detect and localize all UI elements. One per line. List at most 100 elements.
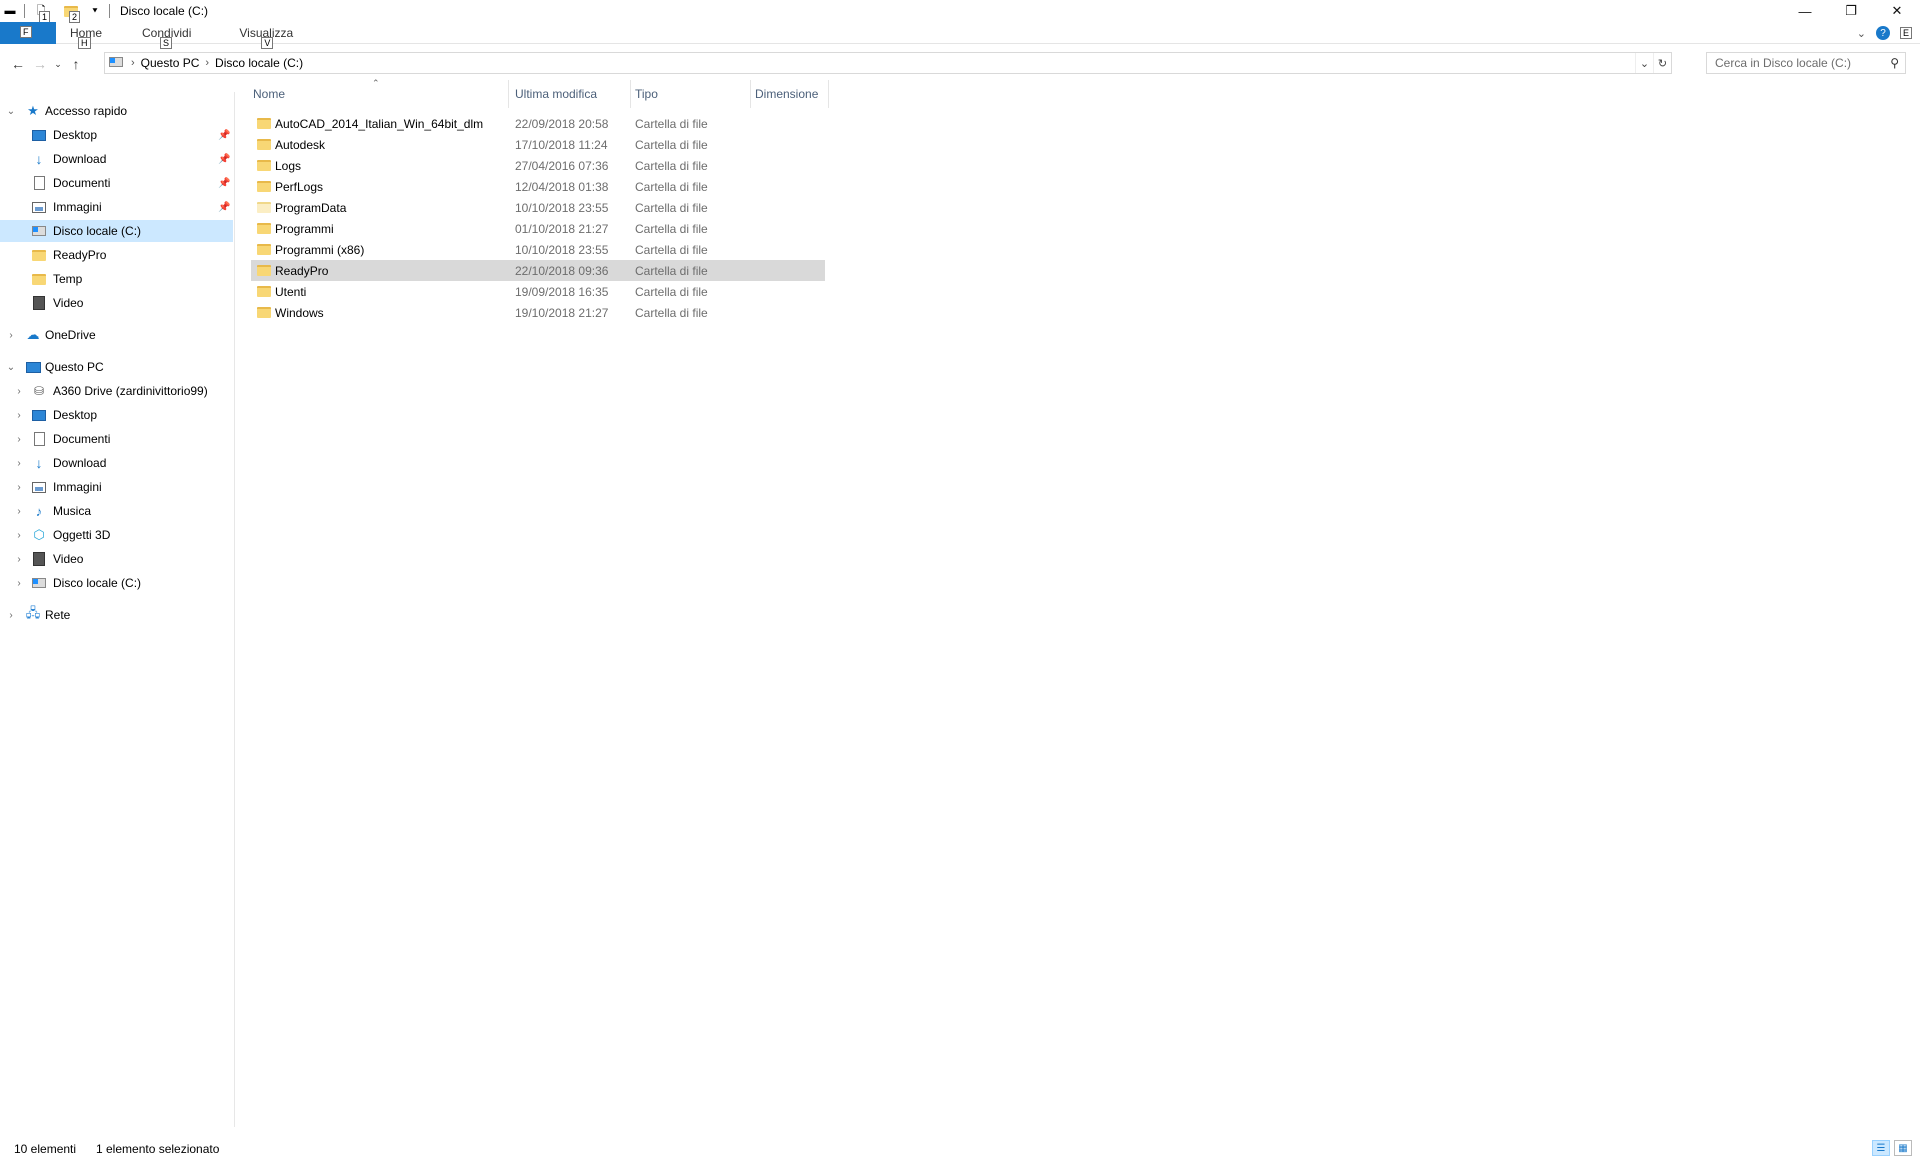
selection-count: 1 elemento selezionato	[96, 1142, 220, 1156]
sidebar-item-immagini[interactable]: Immagini 📌	[0, 196, 233, 218]
folder-icon	[257, 160, 271, 174]
chevron-right-icon[interactable]: ›	[5, 329, 17, 341]
tab-file[interactable]: F	[0, 21, 56, 44]
table-row[interactable]: ProgramData 10/10/2018 23:55 Cartella di…	[251, 197, 825, 218]
details-view-icon[interactable]: ☰	[1872, 1140, 1890, 1156]
folder-icon	[257, 265, 271, 279]
table-row[interactable]: Programmi (x86) 10/10/2018 23:55 Cartell…	[251, 239, 825, 260]
sidebar-item-temp[interactable]: Temp	[0, 268, 233, 290]
drive-icon	[31, 223, 47, 239]
sidebar-item-pc-musica[interactable]: › ♪ Musica	[0, 500, 233, 522]
tab-view[interactable]: Visualizza V	[225, 22, 307, 49]
chevron-right-icon[interactable]: ›	[13, 433, 25, 445]
file-name: Autodesk	[275, 137, 326, 152]
chevron-right-icon[interactable]: ›	[13, 385, 25, 397]
chevron-down-icon[interactable]: ⌄	[5, 361, 17, 373]
recent-locations-chevron-icon[interactable]: ⌄	[51, 53, 65, 75]
computer-icon	[25, 359, 41, 375]
refresh-icon[interactable]: ↻	[1653, 53, 1671, 73]
sidebar-item-label: Download	[53, 456, 107, 470]
chevron-right-icon[interactable]: ›	[13, 457, 25, 469]
sidebar-item-pc-disco-locale[interactable]: › Disco locale (C:)	[0, 572, 233, 594]
sidebar-item-disco-locale[interactable]: Disco locale (C:)	[0, 220, 233, 242]
chevron-down-icon[interactable]: ⌄	[5, 105, 17, 117]
folder-icon	[257, 118, 271, 132]
chevron-right-icon[interactable]: ›	[5, 609, 17, 621]
file-type: Cartella di file	[635, 158, 708, 173]
file-name: Logs	[275, 158, 302, 173]
table-row[interactable]: Logs 27/04/2016 07:36 Cartella di file	[251, 155, 825, 176]
sidebar-item-label: Desktop	[53, 408, 98, 422]
keytip-badge: H	[78, 36, 91, 49]
column-header-dimensione[interactable]: Dimensione	[753, 80, 829, 108]
chevron-right-icon[interactable]: ›	[13, 505, 25, 517]
sidebar-item-questo-pc[interactable]: ⌄ Questo PC	[0, 356, 233, 378]
folder-icon	[31, 271, 47, 287]
sidebar-item-pc-desktop[interactable]: › Desktop	[0, 404, 233, 426]
sidebar-item-desktop[interactable]: Desktop 📌	[0, 124, 233, 146]
up-arrow-icon[interactable]: ↑	[65, 53, 87, 75]
sidebar-item-documenti[interactable]: Documenti 📌	[0, 172, 233, 194]
sidebar-item-a360-drive[interactable]: › ⛁ A360 Drive (zardinivittorio99)	[0, 380, 233, 402]
address-history-chevron-icon[interactable]: ⌄	[1635, 53, 1653, 73]
sidebar-item-pc-oggetti-3d[interactable]: › ⬡ Oggetti 3D	[0, 524, 233, 546]
sidebar-item-pc-documenti[interactable]: › Documenti	[0, 428, 233, 450]
column-label: Dimensione	[755, 87, 819, 101]
new-folder-icon[interactable]: 2	[63, 3, 81, 23]
minimize-button[interactable]: —	[1782, 0, 1828, 22]
tab-share[interactable]: Condividi S	[128, 22, 205, 49]
table-row[interactable]: Windows 19/10/2018 21:27 Cartella di fil…	[251, 302, 825, 323]
forward-arrow-icon[interactable]: →	[29, 53, 51, 75]
address-bar[interactable]: › Questo PC › Disco locale (C:) ⌄ ↻	[104, 52, 1672, 74]
properties-icon[interactable]: 🗋 1	[33, 3, 51, 23]
chevron-right-icon[interactable]: ›	[13, 577, 25, 589]
file-modified: 17/10/2018 11:24	[515, 137, 608, 152]
column-header-nome[interactable]: Nome	[251, 80, 509, 108]
table-row[interactable]: Utenti 19/09/2018 16:35 Cartella di file	[251, 281, 825, 302]
sidebar-item-rete[interactable]: › 🖧 Rete	[0, 604, 233, 626]
folder-icon	[257, 139, 271, 153]
back-arrow-icon[interactable]: ←	[7, 53, 29, 75]
table-row[interactable]: Autodesk 17/10/2018 11:24 Cartella di fi…	[251, 134, 825, 155]
file-modified: 27/04/2016 07:36	[515, 158, 609, 173]
window-title: Disco locale (C:)	[120, 4, 209, 18]
large-icons-view-icon[interactable]: ▦	[1894, 1140, 1912, 1156]
breadcrumb-disco-locale[interactable]: Disco locale (C:)	[215, 56, 303, 70]
sidebar-item-pc-video[interactable]: › Video	[0, 548, 233, 570]
search-box[interactable]: Cerca in Disco locale (C:) ⚲	[1706, 52, 1906, 74]
chevron-right-icon[interactable]: ›	[13, 409, 25, 421]
sidebar-item-pc-immagini[interactable]: › Immagini	[0, 476, 233, 498]
chevron-right-icon[interactable]: ›	[13, 553, 25, 565]
expand-ribbon-chevron-icon[interactable]: ⌄	[1857, 27, 1866, 40]
sidebar-item-pc-download[interactable]: › ↓ Download	[0, 452, 233, 474]
help-icon[interactable]: ?	[1875, 26, 1890, 40]
system-menu-icon[interactable]: ▬	[2, 3, 18, 19]
file-type: Cartella di file	[635, 137, 708, 152]
toolbar-separator	[24, 4, 25, 18]
customize-toolbar-chevron-icon[interactable]: ⯆	[87, 3, 103, 19]
table-row[interactable]: PerfLogs 12/04/2018 01:38 Cartella di fi…	[251, 176, 825, 197]
sidebar-item-label: Desktop	[53, 128, 98, 142]
folder-icon	[257, 244, 271, 258]
sidebar-item-video[interactable]: Video	[0, 292, 233, 314]
sidebar-item-quick-access[interactable]: ⌄ ★ Accesso rapido	[0, 100, 233, 122]
sidebar-item-download[interactable]: ↓ Download 📌	[0, 148, 233, 170]
table-row[interactable]: AutoCAD_2014_Italian_Win_64bit_dlm 22/09…	[251, 113, 825, 134]
sidebar-item-readypro[interactable]: ReadyPro	[0, 244, 233, 266]
sidebar-item-onedrive[interactable]: › ☁ OneDrive	[0, 324, 233, 346]
search-icon[interactable]: ⚲	[1890, 56, 1899, 70]
breadcrumb-questo-pc[interactable]: Questo PC	[141, 56, 200, 70]
table-row[interactable]: Programmi 01/10/2018 21:27 Cartella di f…	[251, 218, 825, 239]
file-type: Cartella di file	[635, 179, 708, 194]
column-header-ultima-modifica[interactable]: Ultima modifica	[513, 80, 631, 108]
chevron-right-icon[interactable]: ›	[13, 529, 25, 541]
table-row-selected[interactable]: ReadyPro 22/10/2018 09:36 Cartella di fi…	[251, 260, 825, 281]
column-header-tipo[interactable]: Tipo	[633, 80, 751, 108]
close-button[interactable]: ✕	[1874, 0, 1920, 22]
sidebar-item-label: Oggetti 3D	[53, 528, 111, 542]
file-name: AutoCAD_2014_Italian_Win_64bit_dlm	[275, 116, 484, 131]
restore-button[interactable]: ❐	[1828, 0, 1874, 22]
tab-home[interactable]: Home H	[56, 22, 116, 49]
file-modified: 22/10/2018 09:36	[515, 263, 609, 278]
chevron-right-icon[interactable]: ›	[13, 481, 25, 493]
